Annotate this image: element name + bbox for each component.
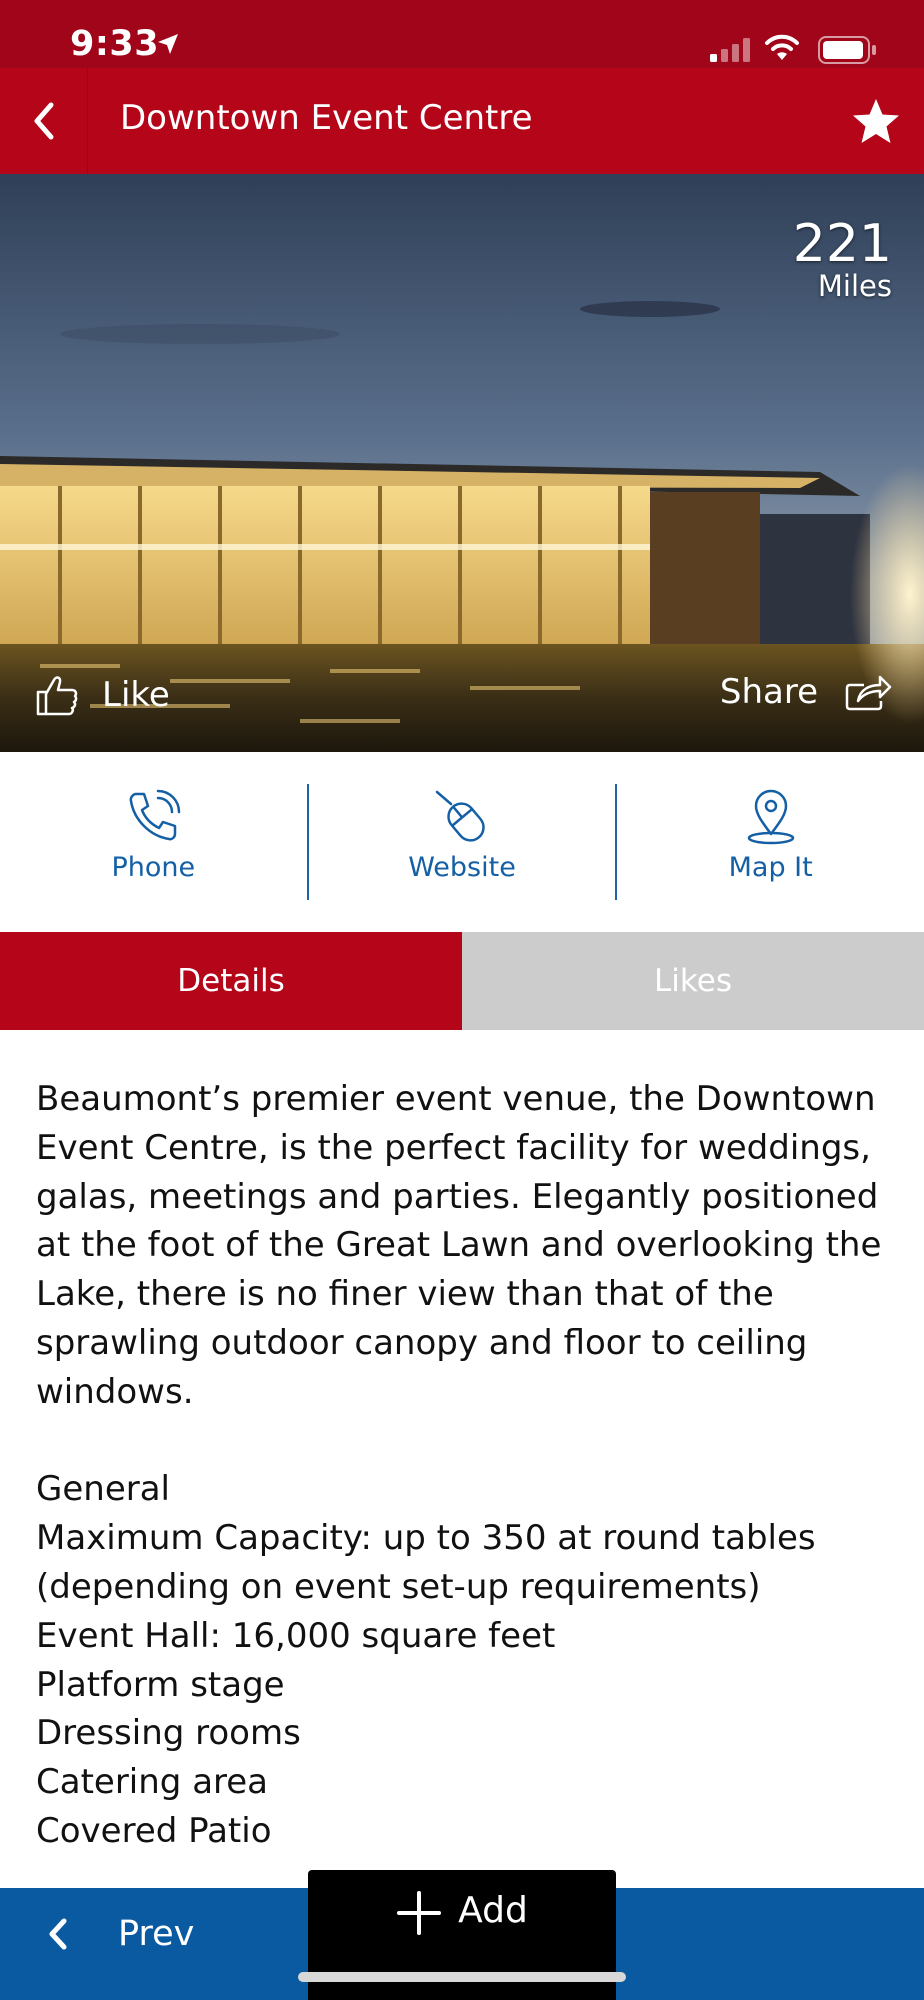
phone-label: Phone [111, 852, 196, 883]
venue-photo-image [0, 174, 924, 752]
like-label: Like [102, 675, 170, 715]
add-label: Add [458, 1890, 528, 1931]
website-button[interactable]: Website [306, 784, 616, 900]
chevron-left-icon [49, 1918, 67, 1950]
status-bar: 9:33 [0, 0, 924, 68]
prev-label: Prev [118, 1914, 195, 1954]
page-title: Downtown Event Centre [120, 98, 533, 138]
share-label: Share [719, 672, 818, 712]
share-button[interactable]: Share [720, 672, 892, 712]
details-line: General [36, 1469, 170, 1510]
distance-unit: Miles [817, 269, 892, 303]
share-icon [845, 675, 892, 711]
signal-icon [710, 38, 750, 62]
distance-value: 221 [792, 214, 892, 274]
home-indicator[interactable] [298, 1972, 626, 1982]
app-header: Downtown Event Centre [0, 68, 924, 174]
map-it-button[interactable]: Map It [615, 784, 924, 900]
contact-actions: Phone Website Map It [0, 752, 924, 932]
status-time: 9:33 [70, 24, 160, 64]
tab-likes[interactable]: Likes [462, 932, 924, 1030]
details-line: Dressing rooms [36, 1713, 301, 1754]
thumbs-up-icon [36, 676, 78, 716]
location-arrow-icon [158, 34, 178, 54]
wifi-icon [765, 34, 799, 60]
back-button[interactable] [0, 68, 88, 174]
battery-icon [818, 36, 876, 64]
tab-bar: Details Likes [0, 932, 924, 1030]
map-pin-icon [747, 789, 794, 845]
website-label: Website [408, 852, 516, 883]
phone-button[interactable]: Phone [0, 784, 307, 900]
tab-details[interactable]: Details [0, 932, 462, 1030]
plus-icon [397, 1891, 442, 1935]
details-line: Catering area [36, 1762, 269, 1803]
venue-photo: 221 Miles Like Share [0, 174, 924, 752]
map-it-label: Map It [728, 852, 813, 883]
details-line: Platform stage [36, 1664, 285, 1705]
star-icon[interactable] [850, 96, 902, 148]
details-content: Beaumont’s premier event venue, the Down… [36, 1075, 896, 1856]
details-line: Covered Patio [36, 1810, 272, 1851]
phone-icon [129, 789, 181, 841]
prev-button[interactable]: Prev [46, 1914, 194, 1954]
chevron-left-icon [34, 102, 53, 140]
details-line: Maximum Capacity: up to 350 at round tab… [36, 1518, 816, 1607]
distance-badge: 221 Miles [793, 218, 892, 302]
venue-description: Beaumont’s premier event venue, the Down… [36, 1079, 882, 1412]
details-line: Event Hall: 16,000 square feet [36, 1615, 556, 1656]
mouse-icon [435, 790, 485, 842]
like-button[interactable]: Like [34, 672, 170, 718]
